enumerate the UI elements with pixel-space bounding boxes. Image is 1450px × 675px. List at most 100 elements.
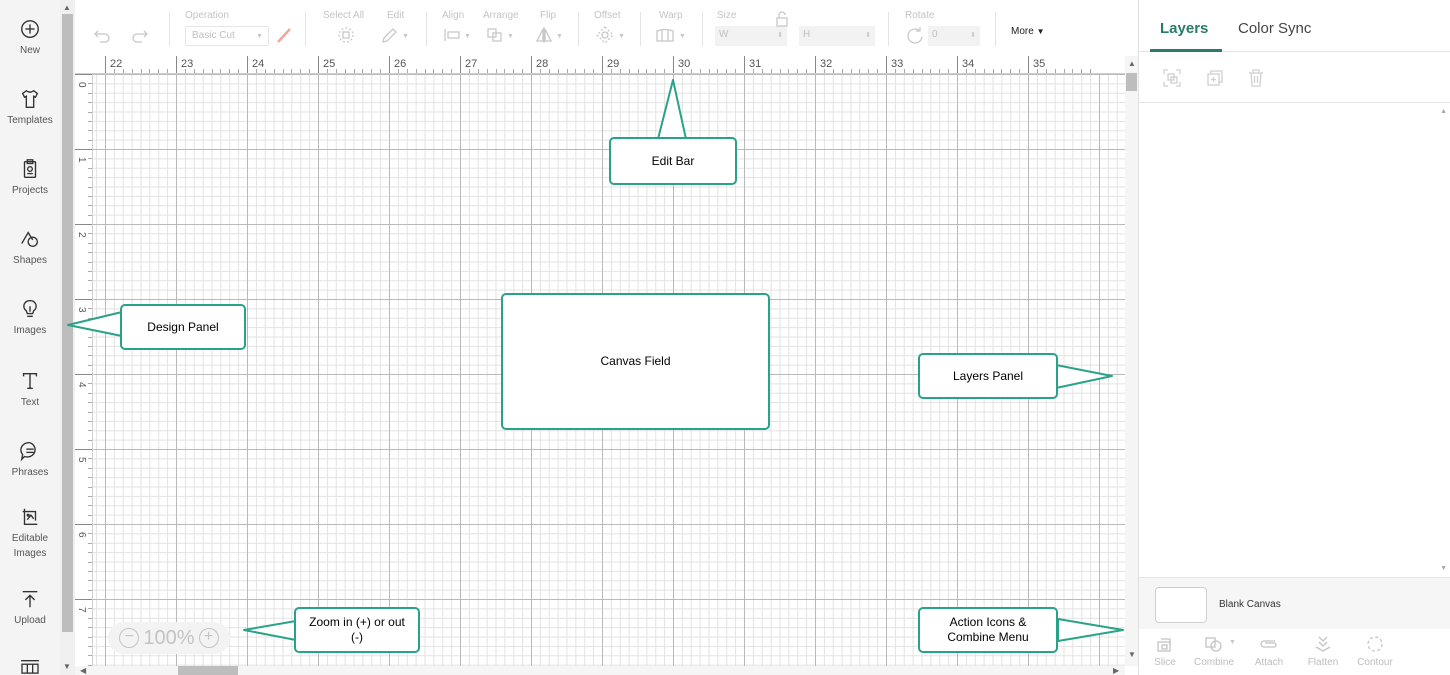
zoom-out-button[interactable]: − [119, 628, 140, 648]
scroll-up-icon[interactable]: ▲ [1440, 108, 1447, 115]
pen-color-icon[interactable] [274, 26, 294, 44]
flip-icon[interactable] [534, 26, 554, 44]
ruler-minor-tick [88, 252, 92, 254]
trash-icon[interactable] [1246, 68, 1266, 88]
sidebar-item-new[interactable]: New [0, 8, 60, 74]
chevron-down-icon: ▼ [618, 33, 625, 40]
stepper-icon: ⬍ [777, 32, 783, 39]
sidebar-scrollbar[interactable]: ▲ ▼ [60, 0, 75, 675]
tab-layers[interactable]: Layers [1160, 20, 1208, 37]
ruler-minor-tick [371, 69, 373, 73]
rotate-label: Rotate [905, 10, 935, 21]
sidebar-item-projects[interactable]: Projects [0, 148, 60, 214]
lock-icon[interactable] [772, 10, 792, 28]
ruler-minor-tick [88, 308, 92, 310]
sidebar-item-upload[interactable]: Upload [0, 578, 60, 644]
monogram-icon[interactable] [19, 658, 41, 675]
slice-button[interactable]: Slice [1142, 635, 1188, 668]
group-icon[interactable] [1162, 68, 1182, 88]
arrange-icon[interactable] [485, 26, 505, 44]
scroll-down-icon[interactable]: ▼ [1440, 565, 1447, 572]
contour-button[interactable]: Contour [1352, 635, 1398, 668]
ruler-tick-label: 22 [110, 58, 123, 70]
sidebar-item-label: Projects [11, 185, 49, 196]
stepper-icon: ⬍ [970, 32, 976, 39]
zoom-in-button[interactable]: + [198, 628, 219, 648]
select-all-label: Select All [323, 10, 365, 21]
height-label: H [803, 29, 811, 40]
sidebar-item-editable-images[interactable]: Editable Images [0, 496, 60, 562]
sidebar-item-label: New [19, 45, 40, 56]
sidebar-item-text[interactable]: Text [0, 360, 60, 426]
scroll-up-icon[interactable]: ▲ [1128, 59, 1136, 68]
sidebar-item-images[interactable]: Images [0, 288, 60, 354]
ruler-minor-tick [88, 289, 92, 291]
offset-icon[interactable] [595, 26, 615, 44]
action-label: Contour [1357, 657, 1393, 668]
tab-color-sync[interactable]: Color Sync [1238, 20, 1311, 37]
height-input[interactable]: H ⬍ [799, 26, 875, 46]
ruler-minor-tick [238, 69, 240, 73]
rotate-icon[interactable] [905, 26, 925, 44]
rotate-input[interactable]: 0 ⬍ [928, 26, 980, 46]
redo-icon[interactable] [130, 26, 150, 44]
ruler-minor-tick [1001, 69, 1003, 73]
sidebar-item-phrases[interactable]: Phrases [0, 430, 60, 496]
ruler-minor-tick [88, 139, 92, 141]
sidebar-item-label: Templates [7, 115, 53, 126]
ruler-minor-tick [868, 69, 870, 73]
canvas-vertical-scrollbar[interactable]: ▲ ▼ [1125, 56, 1138, 666]
ruler-minor-tick [566, 69, 568, 73]
flatten-button[interactable]: Flatten [1300, 635, 1346, 668]
select-all-icon[interactable] [336, 26, 356, 44]
ruler-minor-tick [88, 327, 92, 329]
canvas-horizontal-scrollbar[interactable]: ◀ ▶ [75, 666, 1125, 675]
scroll-down-icon[interactable]: ▼ [1128, 650, 1136, 659]
sidebar-scroll-thumb[interactable] [62, 14, 73, 632]
scroll-left-icon[interactable]: ◀ [80, 666, 86, 675]
scroll-up-icon[interactable]: ▲ [63, 3, 71, 12]
edit-pencil-icon[interactable] [380, 26, 400, 44]
align-icon[interactable] [442, 26, 462, 44]
ruler-minor-tick [88, 186, 92, 188]
ruler-tick-label: 26 [394, 58, 407, 70]
ruler-minor-tick [584, 69, 586, 73]
ruler-minor-tick [894, 69, 896, 73]
duplicate-icon[interactable] [1205, 68, 1225, 88]
ruler-minor-tick [88, 158, 92, 160]
layers-list[interactable] [1139, 104, 1450, 576]
ruler-minor-tick [380, 69, 382, 73]
sidebar-item-templates[interactable]: Templates [0, 78, 60, 144]
slice-icon [1157, 638, 1171, 652]
canvas-swatch[interactable] [1155, 587, 1207, 623]
width-input[interactable]: W ⬍ [715, 26, 787, 46]
ruler-minor-tick [88, 317, 92, 319]
attach-button[interactable]: Attach [1246, 635, 1292, 668]
ruler-minor-tick [699, 69, 701, 73]
operation-select[interactable]: Basic Cut ▼ [185, 26, 269, 46]
ruler-minor-tick [841, 69, 843, 73]
ruler-minor-tick [122, 69, 124, 73]
chevron-down-icon[interactable]: ▼ [1229, 639, 1236, 646]
ruler-minor-tick [88, 570, 92, 572]
undo-icon[interactable] [92, 26, 112, 44]
ruler-minor-tick [397, 69, 399, 73]
sidebar-item-shapes[interactable]: Shapes [0, 218, 60, 284]
more-menu-button[interactable]: More ▼ [1011, 26, 1045, 37]
scroll-right-icon[interactable]: ▶ [1113, 666, 1119, 675]
scroll-down-icon[interactable]: ▼ [63, 662, 71, 671]
canvas-vertical-scroll-thumb[interactable] [1126, 73, 1137, 91]
edit-label: Edit [387, 10, 405, 21]
canvas-horizontal-scroll-thumb[interactable] [178, 666, 238, 675]
ruler-minor-tick [88, 608, 92, 610]
ruler-minor-tick [992, 69, 994, 73]
blank-canvas-row[interactable]: Blank Canvas [1139, 577, 1450, 629]
toolbar-divider [578, 12, 579, 46]
left-ruler: 0 1 2 3 4 5 6 7 [75, 74, 93, 666]
ruler-minor-tick [522, 69, 524, 73]
warp-icon[interactable] [655, 26, 675, 44]
sidebar-item-label: Text [20, 397, 40, 408]
ruler-minor-tick [539, 69, 541, 73]
ruler-minor-tick [832, 69, 834, 73]
zoom-callout: Zoom in (+) or out (-) [294, 607, 420, 653]
